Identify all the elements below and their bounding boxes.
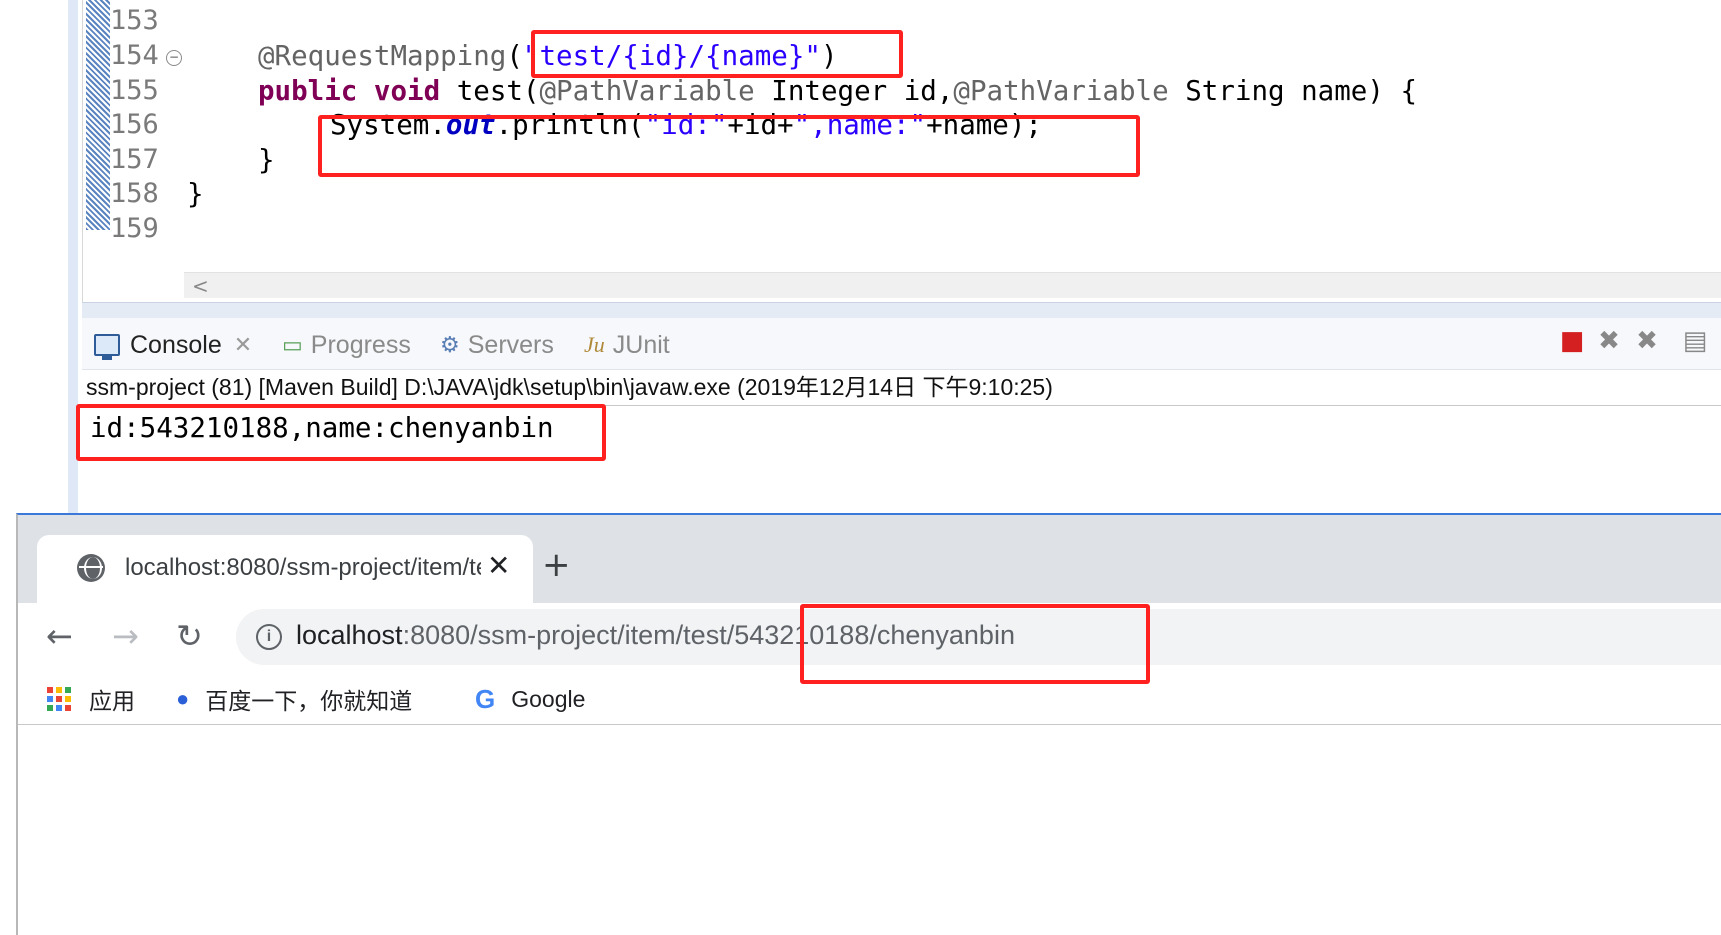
change-ruler bbox=[86, 0, 110, 230]
tab-junit[interactable]: Ju JUnit bbox=[584, 330, 670, 360]
tab-label: Console bbox=[130, 330, 222, 359]
tab-label: Servers bbox=[467, 330, 554, 359]
keyword-token: public bbox=[258, 75, 358, 107]
baidu-paw-icon: ● bbox=[176, 686, 190, 711]
highlight-box-url-params bbox=[800, 604, 1150, 684]
bookmark-baidu[interactable]: ● 百度一下，你就知道 bbox=[176, 683, 412, 715]
console-view-tabbar: Console ✕ ▭ Progress ⚙ Servers Ju JUnit bbox=[82, 318, 1721, 370]
bookmark-apps[interactable]: 应用 bbox=[47, 683, 135, 715]
progress-icon: ▭ bbox=[282, 332, 303, 357]
chrome-window: localhost:8080/ssm-project/item/test/543… bbox=[16, 513, 1721, 935]
highlight-box-path bbox=[531, 30, 903, 78]
tab-label: Progress bbox=[310, 330, 411, 359]
keyword-token: void bbox=[373, 75, 441, 107]
line-number: 158 bbox=[110, 178, 159, 209]
close-tab-icon[interactable]: ✕ bbox=[487, 549, 510, 582]
annotation-token: @PathVariable bbox=[953, 75, 1169, 107]
junit-icon: Ju bbox=[584, 332, 605, 357]
fold-collapse-icon[interactable]: − bbox=[166, 50, 182, 66]
bookmark-google[interactable]: G Google bbox=[475, 683, 585, 715]
line-number: 157 bbox=[110, 144, 159, 175]
bookmark-label: 应用 bbox=[89, 688, 135, 714]
horizontal-scrollbar[interactable]: < bbox=[184, 272, 1721, 298]
forward-button[interactable]: → bbox=[112, 617, 139, 655]
tab-servers[interactable]: ⚙ Servers bbox=[440, 330, 554, 360]
line-number: 154 bbox=[110, 40, 159, 71]
remove-all-terminated-icon[interactable]: ✖ bbox=[1632, 326, 1662, 356]
paren-token: ( bbox=[506, 40, 523, 72]
info-icon[interactable]: i bbox=[256, 624, 282, 650]
tab-strip: localhost:8080/ssm-project/item/test/543… bbox=[18, 515, 1721, 603]
tab-label: JUnit bbox=[612, 330, 670, 359]
annotation-token: @PathVariable bbox=[539, 75, 755, 107]
globe-icon bbox=[77, 554, 105, 582]
highlight-box-println bbox=[318, 115, 1140, 177]
code-line-157[interactable]: } bbox=[258, 141, 275, 179]
url-host: localhost bbox=[296, 620, 403, 650]
remove-launch-icon[interactable]: ✖ bbox=[1594, 326, 1624, 356]
apps-grid-icon bbox=[47, 687, 71, 711]
annotation-token: @RequestMapping bbox=[258, 40, 507, 72]
terminate-icon[interactable]: ■ bbox=[1557, 326, 1587, 356]
bookmark-label: 百度一下，你就知道 bbox=[205, 688, 413, 714]
new-tab-button[interactable]: + bbox=[542, 545, 571, 585]
method-token: test( bbox=[456, 75, 540, 107]
reload-button[interactable]: ↻ bbox=[176, 617, 203, 655]
scroll-left-icon[interactable]: < bbox=[192, 274, 209, 298]
line-number: 156 bbox=[110, 109, 159, 140]
close-icon[interactable]: ✕ bbox=[234, 332, 252, 358]
clear-console-icon[interactable]: ▤ bbox=[1680, 326, 1710, 356]
google-g-icon: G bbox=[475, 683, 496, 714]
tab-title: localhost:8080/ssm-project/item/test/543… bbox=[125, 554, 481, 581]
param-token: String name) { bbox=[1168, 75, 1418, 107]
line-number: 153 bbox=[110, 5, 159, 36]
console-process-description: ssm-project (81) [Maven Build] D:\JAVA\j… bbox=[86, 374, 1053, 400]
bookmark-label: Google bbox=[511, 685, 586, 712]
editor-separator bbox=[82, 302, 1721, 318]
back-button[interactable]: ← bbox=[46, 617, 73, 655]
code-line-158[interactable]: } bbox=[187, 175, 204, 213]
line-number: 155 bbox=[110, 75, 159, 106]
line-number: 159 bbox=[110, 213, 159, 244]
servers-icon: ⚙ bbox=[440, 332, 460, 357]
highlight-box-console-output bbox=[76, 404, 606, 461]
page-content[interactable] bbox=[18, 726, 1721, 935]
param-token: Integer id, bbox=[754, 75, 954, 107]
tab-console[interactable]: Console ✕ bbox=[94, 330, 252, 360]
browser-tab[interactable]: localhost:8080/ssm-project/item/test/543… bbox=[37, 535, 533, 603]
console-icon bbox=[94, 334, 120, 360]
tab-progress[interactable]: ▭ Progress bbox=[282, 330, 411, 360]
